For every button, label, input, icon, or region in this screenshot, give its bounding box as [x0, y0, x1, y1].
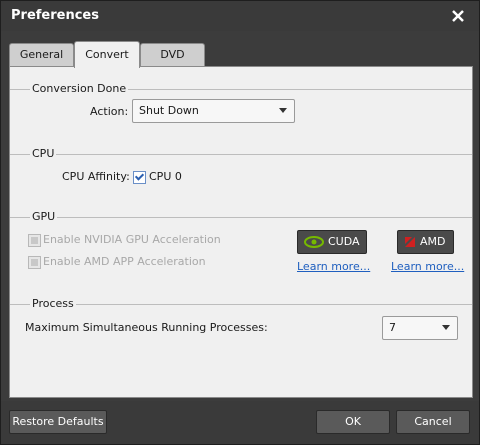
nvidia-eye-icon: [304, 236, 324, 248]
cuda-button-label: CUDA: [328, 235, 360, 248]
restore-defaults-label: Restore Defaults: [12, 415, 104, 428]
max-processes-label: Maximum Simultaneous Running Processes:: [25, 321, 268, 334]
ok-button[interactable]: OK: [316, 410, 390, 434]
conversion-done-title: Conversion Done: [30, 82, 129, 95]
cuda-button[interactable]: CUDA: [297, 230, 367, 254]
nvidia-acceleration-label: Enable NVIDIA GPU Acceleration: [43, 233, 221, 246]
action-label: Action:: [90, 105, 129, 118]
tab-convert-label: Convert: [85, 48, 129, 61]
amd-button-label: AMD: [420, 235, 446, 248]
action-select-value: Shut Down: [139, 104, 199, 117]
conversion-done-section: Conversion Done: [10, 82, 472, 96]
max-processes-select[interactable]: 7: [382, 316, 458, 340]
tab-general[interactable]: General: [9, 43, 74, 66]
section-divider: [10, 217, 472, 218]
max-processes-value: 7: [389, 321, 396, 334]
amd-logo-icon: [405, 237, 415, 247]
amd-button[interactable]: AMD: [397, 230, 454, 254]
amd-acceleration-checkbox[interactable]: [28, 256, 41, 269]
close-button[interactable]: [447, 5, 469, 27]
tab-dvd[interactable]: DVD: [140, 43, 205, 66]
chevron-down-icon: [442, 325, 450, 330]
convert-tab-panel: Conversion Done Action: Shut Down CPU CP…: [9, 66, 473, 398]
amd-acceleration-label: Enable AMD APP Acceleration: [43, 255, 206, 268]
section-divider: [10, 154, 472, 155]
cancel-label: Cancel: [414, 415, 452, 428]
action-select[interactable]: Shut Down: [132, 99, 295, 123]
gpu-section: GPU: [10, 210, 472, 224]
title-bar: Preferences: [1, 1, 479, 31]
cpu0-label: CPU 0: [149, 170, 182, 183]
gpu-title: GPU: [30, 210, 58, 223]
preferences-window: Preferences General Convert DVD Conversi…: [0, 0, 480, 445]
cuda-learn-more-link[interactable]: Learn more...: [297, 260, 370, 273]
nvidia-acceleration-checkbox[interactable]: [28, 234, 41, 247]
process-section: Process: [10, 297, 472, 311]
chevron-down-icon: [279, 108, 287, 113]
close-icon: [452, 10, 464, 22]
tab-convert[interactable]: Convert: [74, 41, 140, 68]
restore-defaults-button[interactable]: Restore Defaults: [9, 410, 107, 434]
ok-label: OK: [345, 415, 361, 428]
amd-learn-more-link[interactable]: Learn more...: [391, 260, 464, 273]
cpu-section: CPU: [10, 147, 472, 161]
cpu-title: CPU: [30, 147, 57, 160]
process-title: Process: [30, 297, 76, 310]
footer-bar: Restore Defaults OK Cancel: [1, 401, 479, 444]
cancel-button[interactable]: Cancel: [396, 410, 470, 434]
window-title: Preferences: [11, 8, 99, 23]
cpu-affinity-label: CPU Affinity:: [62, 170, 130, 183]
section-divider: [10, 304, 472, 305]
cpu0-checkbox[interactable]: [133, 171, 146, 184]
tab-general-label: General: [19, 48, 64, 61]
tab-dvd-label: DVD: [160, 48, 185, 61]
